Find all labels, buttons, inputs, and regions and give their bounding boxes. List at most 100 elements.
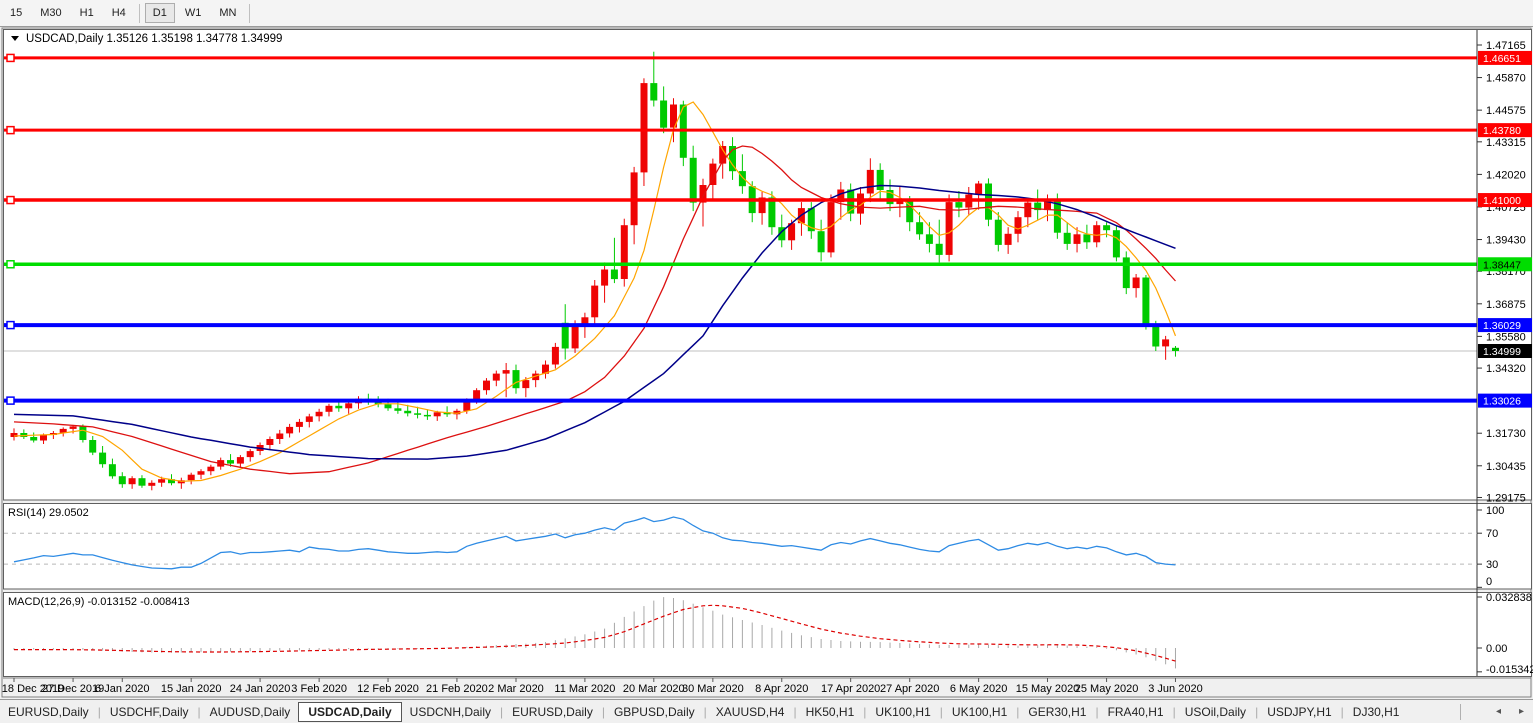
candle-body — [237, 457, 244, 464]
tab-audusd-daily[interactable]: AUDUSD,Daily — [202, 702, 299, 722]
candle-body — [306, 416, 313, 422]
candle-body — [404, 411, 411, 414]
candle-body — [99, 453, 106, 465]
candle-body — [1172, 348, 1179, 351]
candle-body — [483, 381, 490, 391]
chart-tabs-bar: EURUSD,Daily|USDCHF,Daily|AUDUSD,DailyUS… — [0, 699, 1533, 723]
price-level-badge-label: 1.33026 — [1483, 396, 1521, 408]
candle-body — [493, 374, 500, 381]
time-axis-label: 20 Mar 2020 — [623, 683, 685, 695]
candle-body — [611, 270, 618, 280]
time-axis-label: 24 Jan 2020 — [230, 683, 291, 695]
time-axis-label: 15 Jan 2020 — [161, 683, 222, 695]
candle-body — [1024, 203, 1031, 218]
tab-xauusd-h4[interactable]: XAUUSD,H4 — [708, 702, 793, 722]
line-handle[interactable] — [7, 127, 14, 134]
tab-scroll-controls: ◂▸ — [1460, 704, 1533, 720]
candle-body — [1015, 217, 1022, 234]
time-axis-label: 30 Mar 2020 — [682, 683, 744, 695]
tab-usoil-daily[interactable]: USOil,Daily — [1177, 702, 1254, 722]
tab-gbpusd-daily[interactable]: GBPUSD,Daily — [606, 702, 703, 722]
candle-body — [335, 406, 342, 409]
candle-body — [995, 220, 1002, 245]
candle-body — [818, 231, 825, 252]
candle-body — [621, 225, 628, 279]
tab-eurusd-daily[interactable]: EURUSD,Daily — [0, 702, 97, 722]
candle-body — [1074, 234, 1081, 244]
tab-uk100-h1[interactable]: UK100,H1 — [867, 702, 938, 722]
tab-usdchf-daily[interactable]: USDCHF,Daily — [102, 702, 197, 722]
tab-usdjpy-h1[interactable]: USDJPY,H1 — [1259, 702, 1339, 722]
rsi-axis-label: 30 — [1486, 559, 1498, 571]
tab-usdcad-daily[interactable]: USDCAD,Daily — [298, 702, 401, 722]
candle-body — [1064, 233, 1071, 244]
candle-body — [503, 370, 510, 374]
time-axis-label: 6 Jan 2020 — [95, 683, 149, 695]
time-axis-label: 17 Apr 2020 — [821, 683, 880, 695]
candle-body — [522, 380, 529, 388]
candle-body — [1103, 225, 1110, 230]
candle-body — [877, 170, 884, 190]
rsi-indicator-label: RSI(14) 29.0502 — [8, 507, 89, 519]
chart-title: USDCAD,Daily 1.35126 1.35198 1.34778 1.3… — [26, 33, 282, 45]
line-handle[interactable] — [7, 397, 14, 404]
line-handle[interactable] — [7, 54, 14, 61]
candle-body — [424, 415, 431, 417]
trading-platform-window: 15M30H1H4D1W1MN USDCAD,Daily 1.35126 1.3… — [0, 0, 1533, 723]
tab-eurusd-daily[interactable]: EURUSD,Daily — [504, 702, 601, 722]
tabbar-separator — [1460, 704, 1461, 720]
candle-body — [139, 478, 146, 486]
rsi-panel — [4, 504, 1532, 590]
candle-body — [198, 471, 205, 475]
price-axis-label: 1.31730 — [1486, 428, 1526, 440]
rsi-axis-label: 100 — [1486, 505, 1504, 517]
price-level-badge-label: 1.38447 — [1483, 259, 1521, 271]
candle-body — [70, 426, 77, 429]
tab-scroll-right-icon[interactable]: ▸ — [1510, 706, 1533, 717]
macd-indicator-label: MACD(12,26,9) -0.013152 -0.008413 — [8, 596, 190, 608]
tab-fra40-h1[interactable]: FRA40,H1 — [1100, 702, 1172, 722]
candle-body — [109, 464, 116, 476]
candle-body — [926, 234, 933, 244]
candle-body — [1123, 257, 1130, 288]
time-axis-label: 2 Mar 2020 — [488, 683, 544, 695]
candle-body — [1005, 234, 1012, 245]
time-axis-label: 21 Feb 2020 — [426, 683, 488, 695]
time-axis-label: 27 Apr 2020 — [880, 683, 939, 695]
line-handle[interactable] — [7, 322, 14, 329]
macd-axis-label: -0.015342 — [1486, 664, 1533, 676]
candle-body — [40, 435, 47, 441]
candle-body — [601, 270, 608, 286]
tab-ger30-h1[interactable]: GER30,H1 — [1020, 702, 1094, 722]
candle-body — [188, 475, 195, 481]
candle-body — [30, 437, 37, 441]
candle-body — [1162, 339, 1169, 346]
line-handle[interactable] — [7, 261, 14, 268]
tab-scroll-left-icon[interactable]: ◂ — [1487, 706, 1510, 717]
candle-body — [296, 422, 303, 427]
price-axis-label: 1.44575 — [1486, 105, 1526, 117]
tab-hk50-h1[interactable]: HK50,H1 — [798, 702, 863, 722]
tab-uk100-h1[interactable]: UK100,H1 — [944, 702, 1015, 722]
candle-body — [434, 412, 441, 416]
tab-dj30-h1[interactable]: DJ30,H1 — [1345, 702, 1408, 722]
candle-body — [955, 202, 962, 208]
price-axis-label: 1.30435 — [1486, 461, 1526, 473]
price-axis-label: 1.39430 — [1486, 235, 1526, 247]
candle-body — [513, 370, 520, 388]
line-handle[interactable] — [7, 197, 14, 204]
candle-body — [148, 483, 155, 486]
price-axis-label: 1.29175 — [1486, 492, 1526, 504]
price-level-badge-label: 1.46651 — [1483, 53, 1521, 65]
time-axis-label: 11 Mar 2020 — [554, 683, 615, 695]
candle-body — [650, 83, 657, 100]
tab-usdcnh-daily[interactable]: USDCNH,Daily — [402, 702, 499, 722]
price-level-badge-label: 1.43780 — [1483, 125, 1521, 137]
candle-body — [119, 476, 126, 484]
candle-body — [936, 244, 943, 255]
price-axis-label: 1.35580 — [1486, 331, 1526, 343]
time-axis-label: 3 Feb 2020 — [291, 683, 347, 695]
candle-body — [345, 403, 352, 408]
candle-body — [768, 198, 775, 228]
macd-panel — [4, 593, 1532, 677]
